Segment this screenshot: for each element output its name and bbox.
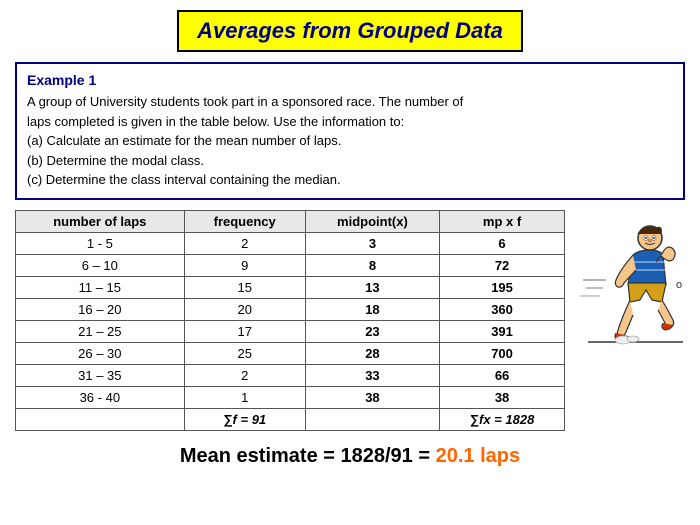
example-box: Example 1 A group of University students… bbox=[15, 62, 685, 200]
title-wrapper: Averages from Grouped Data bbox=[15, 10, 685, 52]
table-row: 26 – 30 25 28 700 bbox=[16, 342, 565, 364]
data-table: number of laps frequency midpoint(x) mp … bbox=[15, 210, 565, 431]
example-text: A group of University students took part… bbox=[27, 92, 673, 190]
runner-icon: o bbox=[578, 220, 683, 350]
mean-estimate-line: Mean estimate = 1828/91 = 20.1 laps bbox=[15, 445, 685, 468]
mean-estimate-value: 20.1 laps bbox=[436, 445, 521, 467]
sum-row: ∑f = 91 ∑fx = 1828 bbox=[16, 408, 565, 430]
title-box: Averages from Grouped Data bbox=[177, 10, 523, 52]
table-row: 21 – 25 17 23 391 bbox=[16, 320, 565, 342]
content-row: number of laps frequency midpoint(x) mp … bbox=[15, 210, 685, 431]
table-body: 1 - 5 2 3 6 6 – 10 9 8 72 11 – 15 15 13 … bbox=[16, 232, 565, 430]
mean-estimate-text: Mean estimate = 1828/91 = bbox=[180, 445, 436, 467]
example-label: Example 1 bbox=[27, 72, 673, 88]
table-row: 11 – 15 15 13 195 bbox=[16, 276, 565, 298]
svg-text:o: o bbox=[676, 279, 682, 291]
page-container: Averages from Grouped Data Example 1 A g… bbox=[0, 0, 700, 525]
table-row: 6 – 10 9 8 72 bbox=[16, 254, 565, 276]
col-header-mpf: mp x f bbox=[440, 210, 565, 232]
table-row: 16 – 20 20 18 360 bbox=[16, 298, 565, 320]
runner-area: o bbox=[575, 220, 685, 350]
table-row: 1 - 5 2 3 6 bbox=[16, 232, 565, 254]
table-row: 36 - 40 1 38 38 bbox=[16, 386, 565, 408]
col-header-freq: frequency bbox=[184, 210, 305, 232]
col-header-laps: number of laps bbox=[16, 210, 185, 232]
col-header-mid: midpoint(x) bbox=[305, 210, 439, 232]
table-row: 31 – 35 2 33 66 bbox=[16, 364, 565, 386]
page-title: Averages from Grouped Data bbox=[197, 18, 503, 44]
